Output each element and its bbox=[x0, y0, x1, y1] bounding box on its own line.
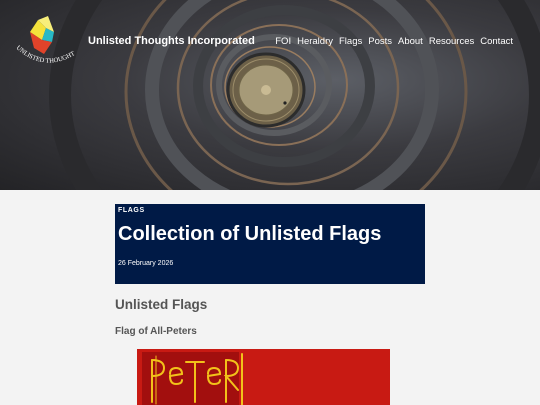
post-header-banner: FLAGS Collection of Unlisted Flags 26 Fe… bbox=[115, 204, 425, 284]
site-logo[interactable]: UNLISTED THOUGHTS bbox=[10, 10, 82, 78]
nav-item-resources[interactable]: Resources bbox=[429, 36, 474, 47]
nav-item-heraldry[interactable]: Heraldry bbox=[297, 36, 333, 47]
flag-image-all-peters bbox=[137, 349, 390, 405]
site-title[interactable]: Unlisted Thoughts Incorporated bbox=[88, 35, 255, 47]
nav-item-posts[interactable]: Posts bbox=[368, 36, 392, 47]
nav-item-contact[interactable]: Contact bbox=[480, 36, 513, 47]
flag-subheading: Flag of All-Peters bbox=[115, 326, 197, 337]
post-date: 26 February 2026 bbox=[118, 260, 174, 267]
post-title: Collection of Unlisted Flags bbox=[118, 223, 382, 245]
main-nav: FOI Heraldry Flags Posts About Resources… bbox=[275, 36, 513, 47]
nav-item-flags[interactable]: Flags bbox=[339, 36, 362, 47]
post-category[interactable]: FLAGS bbox=[118, 207, 145, 214]
section-heading: Unlisted Flags bbox=[115, 297, 208, 312]
nav-item-foi[interactable]: FOI bbox=[275, 36, 291, 47]
flag-peter-lettering bbox=[151, 353, 243, 405]
nav-item-about[interactable]: About bbox=[398, 36, 423, 47]
hero-header: UNLISTED THOUGHTS Unlisted Thoughts Inco… bbox=[0, 0, 540, 190]
